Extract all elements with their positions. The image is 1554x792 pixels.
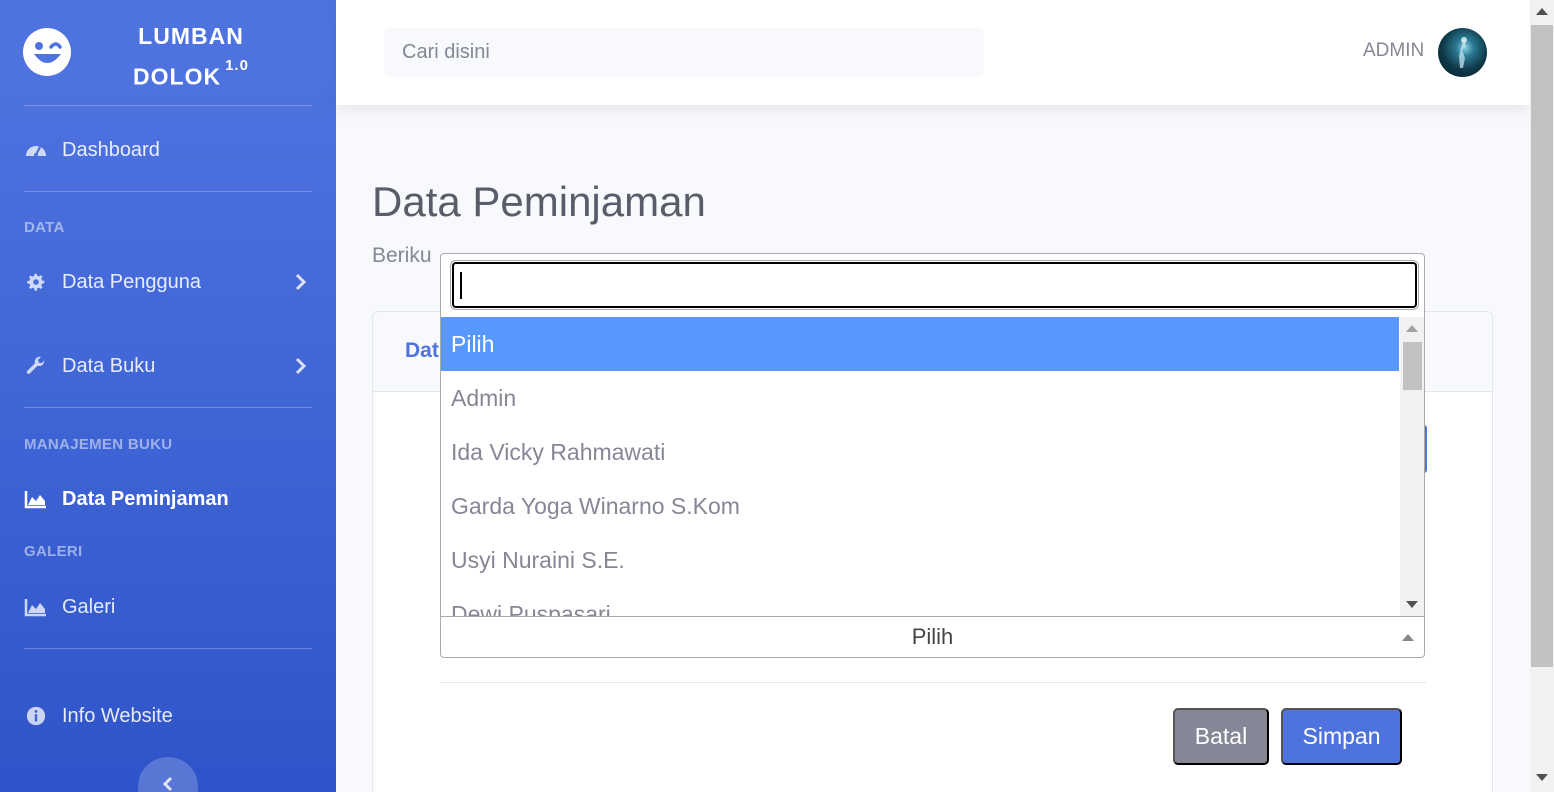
dropdown-option[interactable]: Pilih (441, 317, 1399, 371)
brand-version: 1.0 (225, 57, 249, 74)
dropdown-option[interactable]: Ida Vicky Rahmawati (441, 425, 1399, 479)
chevron-left-icon (162, 776, 173, 792)
avatar-image (1459, 37, 1467, 68)
area-chart-icon (24, 595, 48, 619)
sidebar-item-label: Data Peminjaman (62, 487, 229, 510)
tachometer-icon (24, 138, 48, 162)
search-input[interactable] (384, 28, 984, 77)
user-select[interactable]: Pilih (440, 616, 1425, 658)
dropdown-option[interactable]: Admin (441, 371, 1399, 425)
sidebar-divider (24, 105, 312, 106)
cancel-button[interactable]: Batal (1173, 708, 1269, 765)
sidebar-heading-galeri: GALERI (24, 543, 83, 560)
card-title: Dat (405, 339, 439, 362)
cog-icon (24, 270, 48, 294)
wrench-icon (24, 354, 48, 378)
dropdown-option[interactable]: Garda Yoga Winarno S.Kom (441, 479, 1399, 533)
brand-title: LUMBAN DOLOK 1.0 (80, 18, 302, 95)
page-subtitle: Beriku (372, 244, 432, 267)
user-name[interactable]: ADMIN (1363, 40, 1424, 62)
sidebar-toggle-button[interactable] (138, 757, 198, 792)
sidebar-item-label: Data Pengguna (62, 270, 202, 293)
brand[interactable]: LUMBAN DOLOK 1.0 (0, 0, 336, 105)
sidebar-item-galeri[interactable]: Galeri (24, 587, 314, 627)
caret-up-icon (1402, 634, 1414, 641)
scroll-up-arrow-icon[interactable] (1536, 8, 1548, 15)
scroll-down-arrow-icon[interactable] (1406, 601, 1418, 608)
dropdown-option[interactable]: Usyi Nuraini S.E. (441, 533, 1399, 587)
sidebar-item-dashboard[interactable]: Dashboard (24, 130, 314, 170)
info-circle-icon (24, 704, 48, 728)
sidebar: LUMBAN DOLOK 1.0 Dashboard DATA Data Peng… (0, 0, 336, 792)
avatar[interactable] (1438, 28, 1487, 77)
sidebar-divider (24, 191, 312, 192)
sidebar-divider (24, 648, 312, 649)
chevron-right-icon (295, 357, 307, 375)
window-scrollbar[interactable] (1530, 0, 1554, 792)
sidebar-divider (24, 407, 312, 408)
laugh-wink-icon (23, 28, 71, 76)
topbar: ADMIN (336, 0, 1530, 105)
chevron-right-icon (295, 273, 307, 291)
brand-line2: DOLOK 1.0 (133, 57, 249, 90)
select-dropdown: Pilih Admin Ida Vicky Rahmawati Garda Yo… (440, 253, 1425, 618)
text-caret (460, 272, 462, 299)
scroll-up-arrow-icon[interactable] (1406, 325, 1418, 332)
window-scroll-thumb[interactable] (1531, 25, 1553, 667)
dropdown-scrollbar[interactable] (1400, 317, 1424, 618)
sidebar-item-data-buku[interactable]: Data Buku (24, 346, 314, 386)
sidebar-item-label: Dashboard (62, 138, 160, 161)
sidebar-item-data-pengguna[interactable]: Data Pengguna (24, 262, 314, 302)
sidebar-heading-data: DATA (24, 219, 65, 236)
sidebar-item-data-peminjaman[interactable]: Data Peminjaman (24, 479, 314, 519)
dropdown-options-list[interactable]: Pilih Admin Ida Vicky Rahmawati Garda Yo… (441, 317, 1424, 618)
area-chart-icon (24, 487, 48, 511)
dropdown-search-input[interactable] (450, 260, 1419, 310)
sidebar-item-info-website[interactable]: Info Website (24, 696, 314, 736)
dropdown-scroll-thumb[interactable] (1403, 342, 1422, 390)
sidebar-item-label: Info Website (62, 704, 173, 727)
form-divider (440, 682, 1426, 683)
save-button[interactable]: Simpan (1281, 708, 1402, 765)
brand-line1: LUMBAN (138, 23, 244, 49)
dropdown-option[interactable]: Dewi Puspasari (441, 587, 1399, 619)
sidebar-heading-manajemen: MANAJEMEN BUKU (24, 436, 173, 453)
select-current-value: Pilih (911, 624, 954, 649)
scroll-down-arrow-icon[interactable] (1536, 774, 1548, 781)
sidebar-item-label: Data Buku (62, 354, 156, 377)
page-title: Data Peminjaman (372, 178, 706, 225)
sidebar-item-label: Galeri (62, 595, 116, 618)
